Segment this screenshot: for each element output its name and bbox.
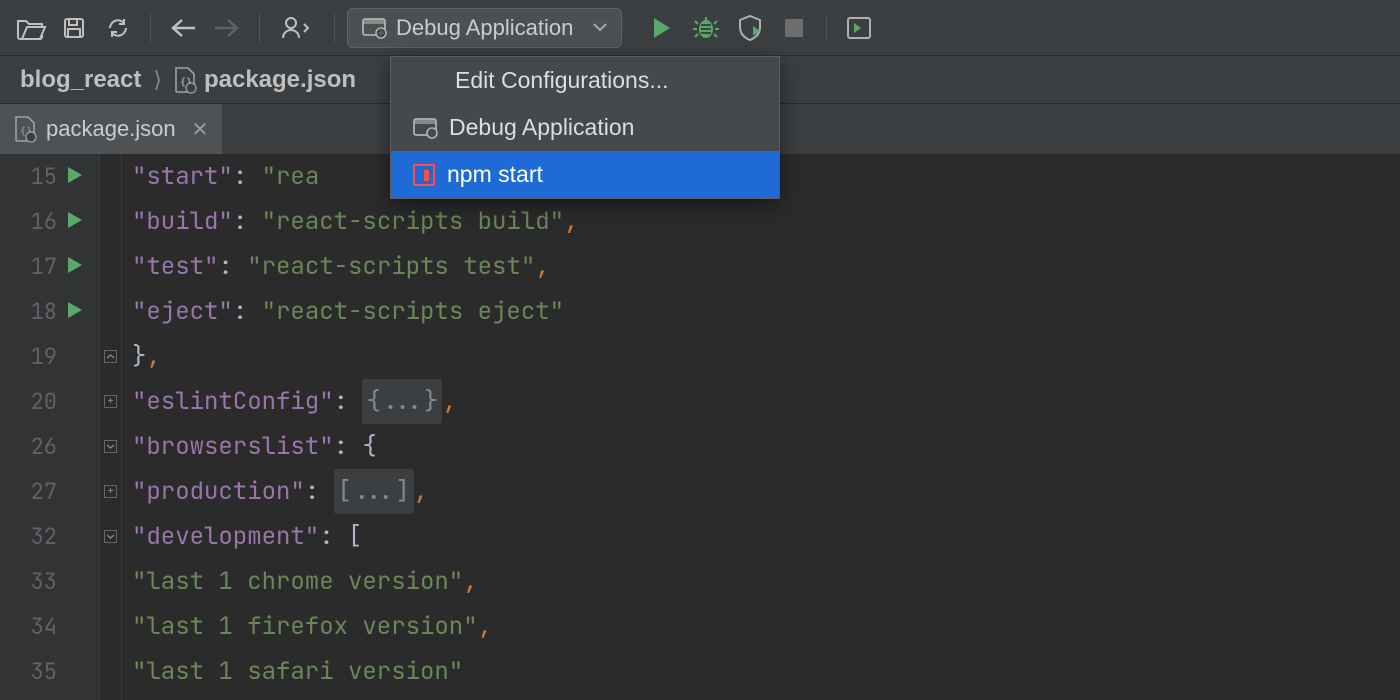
line-number: 16: [19, 199, 57, 244]
popup-edit-configs[interactable]: Edit Configurations...: [391, 57, 779, 104]
code-line[interactable]: "development": [: [132, 514, 1400, 559]
toolbar-separator: [259, 14, 260, 42]
coverage-button[interactable]: [730, 8, 770, 48]
open-button[interactable]: [10, 8, 50, 48]
code-area[interactable]: "start": "rea "build": "react-scripts bu…: [122, 154, 1400, 700]
gutter-row[interactable]: 16: [0, 199, 99, 244]
code-line[interactable]: },: [132, 334, 1400, 379]
line-number: 18: [19, 289, 57, 334]
code-line[interactable]: "test": "react-scripts test",: [132, 244, 1400, 289]
breadcrumb-file-label: package.json: [204, 66, 356, 94]
run-gutter-icon[interactable]: [67, 199, 83, 244]
fold-cell: [100, 154, 121, 199]
code-line[interactable]: "production": [...],: [132, 469, 1400, 514]
save-all-button[interactable]: [54, 8, 94, 48]
nav-forward-button[interactable]: [207, 8, 247, 48]
popup-edit-label: Edit Configurations...: [455, 67, 669, 94]
fold-cell[interactable]: [100, 334, 121, 379]
popup-debug-label: Debug Application: [449, 114, 634, 141]
code-line[interactable]: "build": "react-scripts build",: [132, 199, 1400, 244]
line-number: 20: [19, 379, 57, 424]
line-number: 35: [19, 649, 57, 694]
editor-tab[interactable]: {} package.json ✕: [0, 104, 222, 154]
popup-npm-label: npm start: [447, 161, 543, 188]
line-number: 15: [19, 154, 57, 199]
run-config-popup: Edit Configurations... Debug Application…: [390, 56, 780, 199]
fold-cell: [100, 649, 121, 694]
close-icon[interactable]: ✕: [192, 117, 209, 142]
popup-debug-application[interactable]: Debug Application: [391, 104, 779, 151]
gutter-row[interactable]: 34: [0, 604, 99, 649]
code-line[interactable]: "browserslist": {: [132, 424, 1400, 469]
breadcrumb-project[interactable]: blog_react: [14, 64, 147, 96]
toolbar-separator: [826, 14, 827, 42]
toolbar-separator: [334, 14, 335, 42]
chevron-down-icon: [593, 23, 607, 33]
code-with-me-button[interactable]: [272, 8, 322, 48]
code-line[interactable]: "last 1 safari version": [132, 649, 1400, 694]
gutter-row[interactable]: 33: [0, 559, 99, 604]
fold-column: ++: [100, 154, 122, 700]
editor-tab-title: package.json: [46, 116, 176, 142]
stop-button[interactable]: [774, 8, 814, 48]
line-gutter: 151617181920262732333435: [0, 154, 100, 700]
json-file-icon: {}: [14, 116, 36, 142]
code-line[interactable]: "eject": "react-scripts eject": [132, 289, 1400, 334]
line-number: 34: [19, 604, 57, 649]
main-toolbar: Debug Application: [0, 0, 1400, 56]
code-line[interactable]: "last 1 chrome version",: [132, 559, 1400, 604]
gutter-row[interactable]: 27: [0, 469, 99, 514]
run-config-selector[interactable]: Debug Application: [347, 8, 622, 48]
fold-cell: [100, 289, 121, 334]
fold-cell[interactable]: [100, 424, 121, 469]
toolbar-separator: [150, 14, 151, 42]
line-number: 26: [19, 424, 57, 469]
fold-cell[interactable]: +: [100, 469, 121, 514]
gutter-row[interactable]: 26: [0, 424, 99, 469]
breadcrumb-root-label: blog_react: [20, 66, 141, 94]
line-number: 27: [19, 469, 57, 514]
run-gutter-icon[interactable]: [67, 244, 83, 289]
fold-cell: [100, 199, 121, 244]
refresh-button[interactable]: [98, 8, 138, 48]
run-gutter-icon[interactable]: [67, 154, 83, 199]
line-number: 17: [19, 244, 57, 289]
line-number: 33: [19, 559, 57, 604]
nav-back-button[interactable]: [163, 8, 203, 48]
code-editor: 151617181920262732333435 ++ "start": "re…: [0, 154, 1400, 700]
gutter-row[interactable]: 35: [0, 649, 99, 694]
code-line[interactable]: "eslintConfig": {...},: [132, 379, 1400, 424]
fold-cell: [100, 604, 121, 649]
run-config-icon: [413, 118, 437, 138]
code-line[interactable]: "last 1 firefox version",: [132, 604, 1400, 649]
line-number: 19: [19, 334, 57, 379]
npm-icon: [413, 164, 435, 186]
fold-cell: [100, 559, 121, 604]
gutter-row[interactable]: 32: [0, 514, 99, 559]
run-gutter-icon[interactable]: [67, 289, 83, 334]
gutter-row[interactable]: 20: [0, 379, 99, 424]
fold-cell[interactable]: +: [100, 379, 121, 424]
fold-cell[interactable]: [100, 514, 121, 559]
gutter-row[interactable]: 19: [0, 334, 99, 379]
json-file-icon: {}: [174, 67, 196, 93]
popup-npm-start[interactable]: npm start: [391, 151, 779, 198]
line-number: 32: [19, 514, 57, 559]
breadcrumb-file[interactable]: {} package.json: [168, 64, 362, 96]
debug-button[interactable]: [686, 8, 726, 48]
gutter-row[interactable]: 17: [0, 244, 99, 289]
fold-cell: [100, 244, 121, 289]
run-config-label: Debug Application: [396, 15, 573, 41]
gutter-row[interactable]: 15: [0, 154, 99, 199]
run-config-icon: [362, 18, 386, 38]
run-button[interactable]: [642, 8, 682, 48]
run-anything-button[interactable]: [839, 8, 879, 48]
gutter-row[interactable]: 18: [0, 289, 99, 334]
breadcrumb-separator: ⟩: [153, 67, 162, 93]
